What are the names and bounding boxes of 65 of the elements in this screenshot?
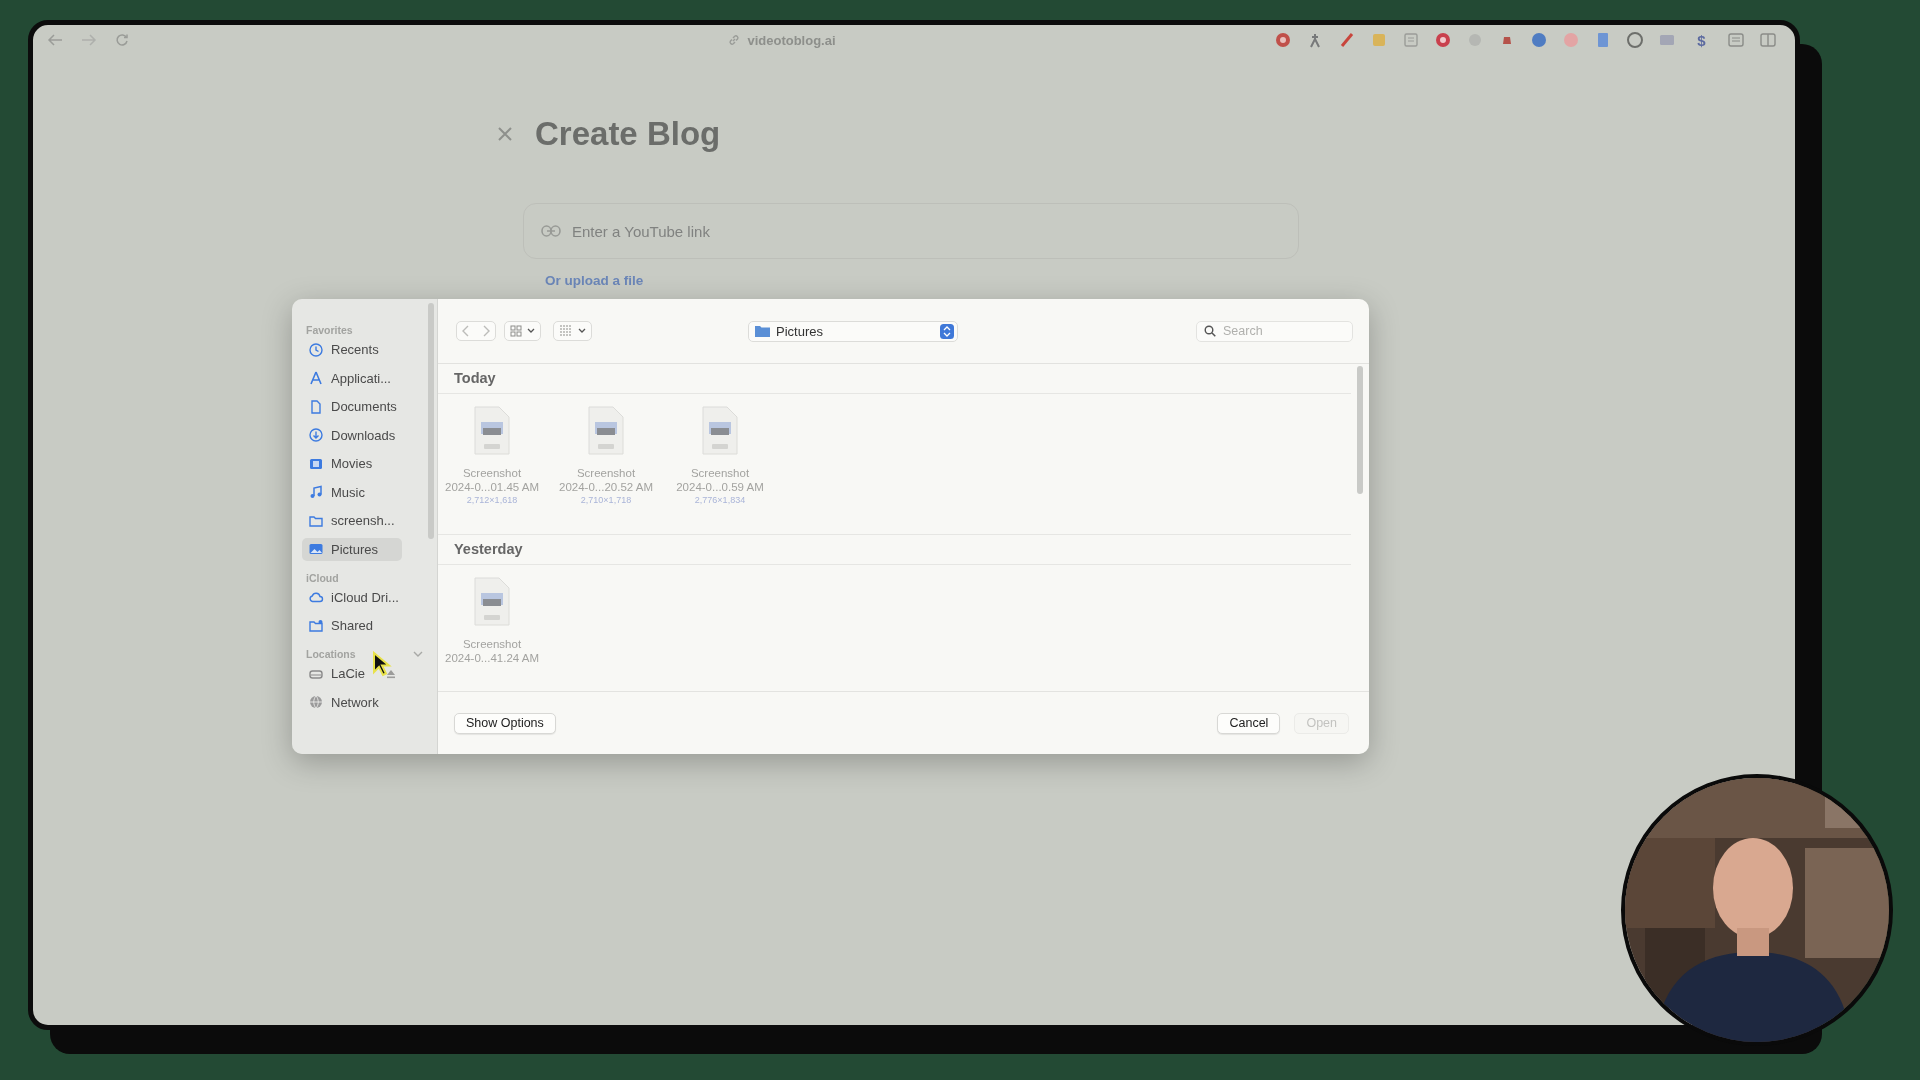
group-heading: Yesterday	[438, 535, 1351, 565]
link-icon	[541, 224, 561, 238]
circle-icon[interactable]	[1434, 31, 1452, 49]
record-icon[interactable]	[1274, 31, 1292, 49]
dot-icon[interactable]	[1530, 31, 1548, 49]
list-icon[interactable]	[1727, 31, 1745, 49]
file-date: 2024-0...20.52 AM	[559, 481, 653, 493]
back-forward-control[interactable]	[456, 321, 496, 341]
sidebar-heading: iCloud	[306, 571, 339, 584]
eject-icon[interactable]	[386, 668, 396, 679]
chevron-down-icon[interactable]	[413, 650, 423, 658]
file-date: 2024-0...0.59 AM	[676, 481, 764, 493]
chevron-down-icon	[527, 328, 535, 334]
chevron-down-icon	[578, 328, 586, 334]
file-dimensions: 2,712×1,618	[466, 495, 518, 505]
square-icon[interactable]	[1402, 31, 1420, 49]
file-date: 2024-0...41.24 AM	[445, 652, 539, 664]
sidebar-item[interactable]: iCloud Dri...	[302, 585, 402, 609]
stepper-icon	[940, 323, 954, 339]
sidebar-item[interactable]: Pictures	[302, 537, 402, 561]
clock-icon	[308, 341, 324, 358]
dialog-button[interactable]: Show Options	[454, 712, 556, 734]
sidebar-item[interactable]: screensh...	[302, 509, 402, 532]
sidebar-heading: Locations	[306, 648, 356, 660]
sidebar-item[interactable]: Music	[302, 480, 402, 504]
sidebar-item[interactable]: Documents	[302, 395, 402, 418]
dots-grid-icon	[559, 325, 573, 337]
link-icon	[727, 33, 742, 47]
group-button[interactable]	[553, 321, 592, 341]
chevron-right-icon	[482, 325, 490, 337]
sidebar-item[interactable]: Recents	[302, 338, 402, 361]
sidebar-item[interactable]: Applicati...	[302, 366, 402, 390]
sidebar-heading: Favorites	[306, 324, 353, 336]
reload-icon[interactable]	[115, 33, 129, 47]
sidebar-item[interactable]: Movies	[302, 452, 402, 475]
dialog-button[interactable]: Cancel	[1217, 712, 1281, 734]
sidebar-item[interactable]: LaCie	[302, 662, 402, 685]
document-icon	[308, 398, 324, 415]
youtube-link-field[interactable]: Enter a YouTube link	[523, 203, 1299, 259]
sidebar-item[interactable]: Network	[302, 690, 402, 714]
download-icon	[308, 427, 324, 443]
music-note-icon	[308, 484, 324, 500]
file-dimensions: 2,710×1,718	[580, 495, 632, 505]
file-date: 2024-0...01.45 AM	[445, 481, 539, 493]
location-popup[interactable]: Pictures	[748, 320, 958, 342]
folder-icon	[755, 325, 770, 337]
close-icon[interactable]	[497, 126, 513, 142]
page-title: Create Blog	[535, 115, 721, 153]
back-arrow-icon[interactable]	[47, 33, 63, 47]
globe-icon	[308, 694, 324, 710]
chevron-left-icon	[462, 325, 470, 337]
sidebar-icon[interactable]	[1759, 31, 1777, 49]
sidebar-item[interactable]: Downloads	[302, 423, 402, 447]
search-icon	[1204, 325, 1216, 337]
sidebar-item[interactable]: Shared	[302, 614, 402, 637]
photo-icon	[308, 541, 324, 557]
shared-folder-icon	[308, 617, 324, 634]
file-dimensions: 2,776×1,834	[694, 495, 746, 505]
forward-arrow-icon[interactable]	[81, 33, 97, 47]
view-button[interactable]	[504, 321, 541, 341]
mouse-pointer-icon	[372, 651, 392, 677]
search-field[interactable]: Search	[1196, 320, 1353, 342]
pen-icon[interactable]	[1338, 31, 1356, 49]
group-heading: Today	[438, 364, 1351, 394]
grid-icon	[510, 325, 522, 337]
